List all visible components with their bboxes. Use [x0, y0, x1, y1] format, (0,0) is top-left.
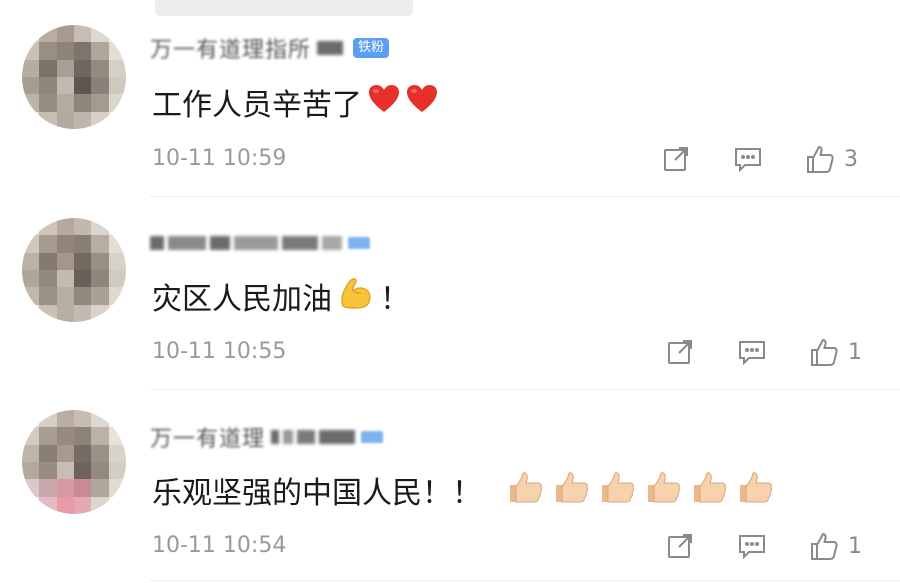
comment-divider [150, 580, 900, 581]
username-redaction [150, 236, 342, 250]
thumbs-up-emoji [736, 470, 774, 510]
avatar[interactable] [22, 218, 126, 322]
comment-divider [150, 196, 900, 197]
reply-icon[interactable] [736, 530, 768, 562]
comment-text: 灾区人民加油 [152, 282, 332, 317]
reply-icon[interactable] [732, 143, 764, 175]
avatar[interactable] [22, 410, 126, 514]
like-count: 1 [848, 339, 862, 365]
comment-divider [150, 389, 900, 390]
username-row[interactable]: 万一有道理 [150, 421, 384, 453]
comment-text-row: 灾区人民加油 ！ [152, 274, 410, 318]
username-row[interactable]: 万一有道理指所 铁粉 [150, 32, 390, 64]
comment-actions: 1 [664, 336, 862, 368]
badge-redacted [361, 431, 384, 443]
share-icon[interactable] [664, 336, 696, 368]
username[interactable]: 万一有道理 [150, 421, 265, 453]
share-icon[interactable] [664, 530, 696, 562]
comment-text: 工作人员辛苦了 [152, 88, 362, 123]
thumbs-up-emoji [644, 470, 682, 510]
thumbs-up-emoji [506, 470, 544, 510]
username[interactable]: 万一有道理指所 [150, 32, 311, 64]
username-redaction [271, 430, 356, 444]
comment-actions: 1 [664, 530, 862, 562]
comment-text-suffix: ！ [380, 282, 410, 317]
heart-emoji [406, 84, 438, 120]
badge-redacted [348, 237, 370, 249]
comment-text-row: 乐观坚强的中国人民！！ [152, 468, 774, 512]
like-count: 3 [844, 146, 858, 172]
comment-timestamp: 10-11 10:54 [152, 533, 287, 558]
like-icon[interactable] [808, 336, 840, 368]
thumbs-up-emoji [690, 470, 728, 510]
flexed-biceps-emoji [338, 276, 374, 316]
thumbs-up-emoji [552, 470, 590, 510]
comment-timestamp: 10-11 10:55 [152, 339, 287, 364]
heart-emoji [368, 84, 400, 120]
comment-actions: 3 [660, 143, 858, 175]
username-redaction [317, 41, 344, 55]
fan-badge: 铁粉 [353, 38, 390, 58]
username-row[interactable] [150, 228, 370, 258]
comment-text-row: 工作人员辛苦了 [152, 80, 438, 124]
previous-comment-edge [155, 0, 413, 16]
share-icon[interactable] [660, 143, 692, 175]
avatar[interactable] [22, 25, 126, 129]
reply-icon[interactable] [736, 336, 768, 368]
comment-timestamp: 10-11 10:59 [152, 146, 287, 171]
like-icon[interactable] [808, 530, 840, 562]
like-icon[interactable] [804, 143, 836, 175]
comment-text: 乐观坚强的中国人民！！ [152, 476, 482, 511]
thumbs-up-emoji [598, 470, 636, 510]
like-count: 1 [848, 533, 862, 559]
